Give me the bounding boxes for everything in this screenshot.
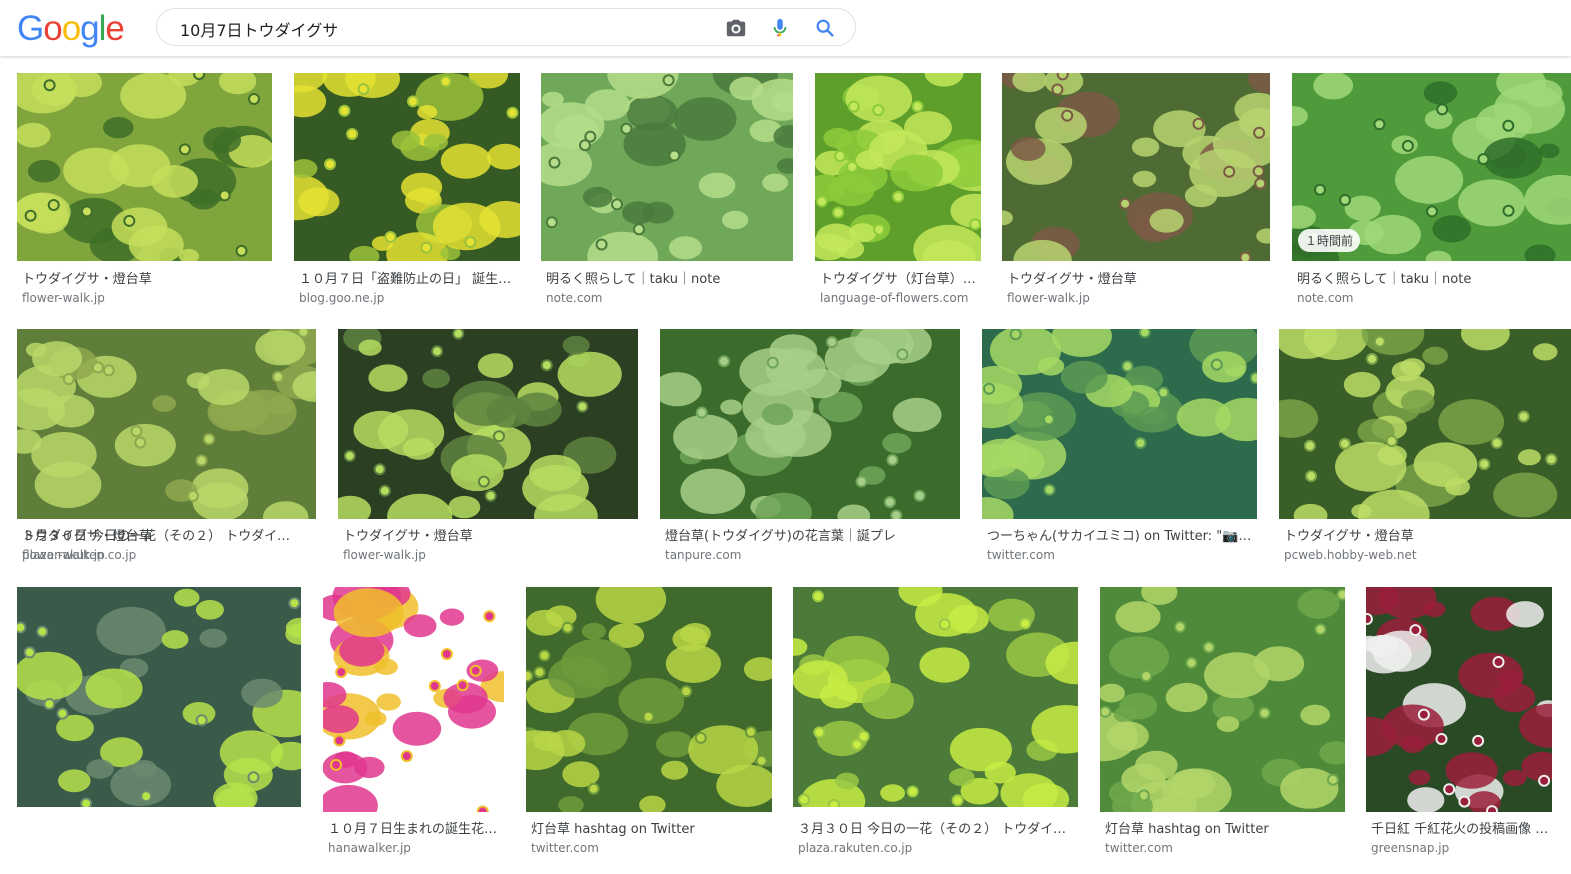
result-domain: twitter.com xyxy=(531,841,599,855)
result-domain: flower-walk.jp xyxy=(343,548,426,562)
result-thumbnail[interactable] xyxy=(660,329,960,519)
result-thumbnail[interactable] xyxy=(1366,587,1552,812)
result-thumbnail[interactable] xyxy=(815,73,981,261)
result-thumbnail[interactable] xyxy=(17,329,316,519)
result-domain: plaza.rakuten.co.jp xyxy=(22,548,137,562)
top-bar: Google xyxy=(0,0,1571,56)
result-domain: twitter.com xyxy=(1105,841,1173,855)
search-input[interactable] xyxy=(178,15,702,43)
result-thumbnail[interactable] xyxy=(17,73,272,261)
result-title[interactable]: トウダイグサ・燈台草 xyxy=(343,528,635,545)
result-thumbnail[interactable] xyxy=(17,587,301,807)
result-thumbnail[interactable] xyxy=(982,329,1257,519)
result-title[interactable]: １０月７日生まれの誕生花と花言葉 xyxy=(328,821,501,838)
google-logo[interactable]: Google xyxy=(17,9,125,49)
time-badge: １時間前 xyxy=(1298,229,1361,252)
result-title[interactable]: ３月３０日 今日の一花（その２） トウダイグサ xyxy=(798,821,1075,838)
result-title[interactable]: １０月７日「盗難防止の日」 誕生花・燈台草 xyxy=(299,271,517,288)
camera-icon[interactable] xyxy=(725,17,747,39)
logo-letter: o xyxy=(61,9,81,48)
result-domain: flower-walk.jp xyxy=(1007,291,1090,305)
result-title[interactable]: 明るく照らして｜taku｜note xyxy=(1297,271,1568,288)
result-thumbnail[interactable] xyxy=(541,73,793,261)
result-domain: hanawalker.jp xyxy=(328,841,411,855)
result-title[interactable]: 燈台草(トウダイグサ)の花言葉｜誕プレ xyxy=(665,528,957,545)
result-title[interactable]: 灯台草 hashtag on Twitter xyxy=(1105,821,1342,838)
microphone-icon[interactable] xyxy=(769,17,791,39)
result-title[interactable]: つーちゃん(サカイユミコ) on Twitter: "📷 ... xyxy=(987,528,1254,545)
result-title[interactable]: 千日紅 千紅花火の投稿画像 by ... xyxy=(1371,821,1549,838)
result-thumbnail[interactable] xyxy=(1002,73,1270,261)
result-domain: twitter.com xyxy=(987,548,1055,562)
result-title[interactable]: 明るく照らして｜taku｜note xyxy=(546,271,790,288)
result-thumbnail[interactable] xyxy=(338,329,638,519)
result-domain: pcweb.hobby-web.net xyxy=(1284,548,1417,562)
search-icon[interactable] xyxy=(814,17,836,39)
logo-letter: g xyxy=(80,9,99,48)
result-title[interactable]: トウダイグサ・燈台草 xyxy=(22,271,269,288)
result-thumbnail[interactable] xyxy=(323,587,504,812)
result-title[interactable]: トウダイグサ（灯台草）の花言葉 xyxy=(820,271,978,288)
result-thumbnail[interactable] xyxy=(1100,587,1345,812)
logo-letter: G xyxy=(17,9,44,48)
result-domain: language-of-flowers.com xyxy=(820,291,969,305)
result-thumbnail[interactable] xyxy=(526,587,772,812)
result-domain: blog.goo.ne.jp xyxy=(299,291,385,305)
result-title[interactable]: トウダイグサ・燈台草 xyxy=(1007,271,1267,288)
result-title[interactable]: トウダイグサ・燈台草 xyxy=(1284,528,1568,545)
result-title[interactable]: 灯台草 hashtag on Twitter xyxy=(531,821,769,838)
search-box[interactable] xyxy=(156,8,856,46)
result-domain: note.com xyxy=(1297,291,1354,305)
result-domain: tanpure.com xyxy=(665,548,742,562)
result-thumbnail[interactable] xyxy=(1279,329,1571,519)
result-domain: note.com xyxy=(546,291,603,305)
result-thumbnail[interactable] xyxy=(294,73,520,261)
result-domain: plaza.rakuten.co.jp xyxy=(798,841,913,855)
result-domain: flower-walk.jp xyxy=(22,291,105,305)
logo-letter: o xyxy=(43,9,62,48)
result-domain: greensnap.jp xyxy=(1371,841,1450,855)
logo-letter: e xyxy=(105,9,124,48)
result-thumbnail[interactable] xyxy=(793,587,1078,807)
result-title[interactable]: ３月３０日 今日の一花（その２） トウダイグサ xyxy=(22,528,298,545)
